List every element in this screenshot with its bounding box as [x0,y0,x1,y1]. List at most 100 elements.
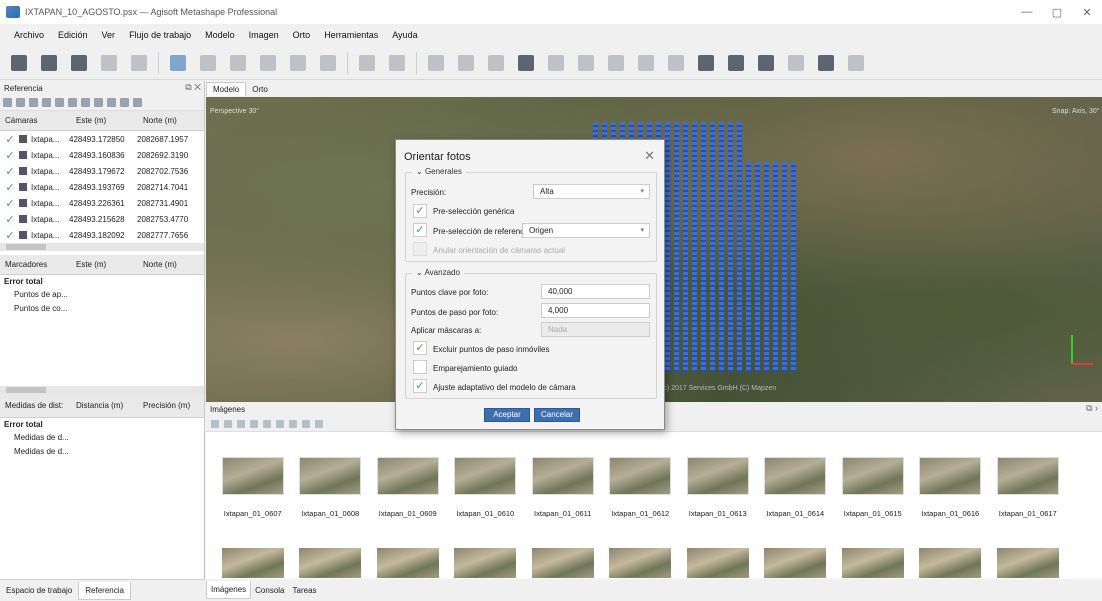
open-folder-icon[interactable] [41,54,57,71]
flag-icon[interactable] [788,54,804,71]
thumbnail-image[interactable] [531,548,594,578]
col-marcadores[interactable]: Marcadores [0,260,71,269]
reset-alignment-checkbox[interactable] [413,242,427,256]
table-row[interactable]: ✓ Ixtapa... 428493.215628 2082753.4770 [0,211,204,227]
col-este[interactable]: Este (m) [71,116,138,125]
cancel-button[interactable]: Cancelar [534,408,580,422]
float-close-icon[interactable]: ⧉ › [1086,403,1098,414]
thumbnail-image[interactable] [299,548,362,578]
menu-imagen[interactable]: Imagen [249,30,279,40]
view-estimated-icon[interactable] [94,98,103,107]
dialog-close-icon[interactable]: ✕ [644,148,655,164]
col-distancia[interactable]: Distancia (m) [71,401,138,410]
thumbnail-item[interactable]: Ixtapan_01_0615 [834,457,912,518]
disable-icon[interactable] [224,419,232,428]
float-close-icon[interactable]: ⧉ ✕ [185,82,201,93]
checkmark-icon[interactable]: ✓ [3,181,17,194]
minimize-button[interactable]: — [1012,0,1042,24]
list-item[interactable]: Medidas de d... [0,445,204,459]
rotate-right-icon[interactable] [263,419,271,428]
menu-herramientas[interactable]: Herramientas [324,30,378,40]
horizontal-scrollbar[interactable] [0,243,204,251]
move-icon[interactable] [488,54,504,71]
tiled-model-icon[interactable] [638,54,654,71]
checkmark-icon[interactable]: ✓ [3,133,17,146]
thumbnail-item[interactable]: Ixtapan_01_0607 [214,457,292,518]
table-row[interactable]: ✓ Ixtapa... 428493.179672 2082702.7536 [0,163,204,179]
col-norte[interactable]: Norte (m) [138,260,198,269]
tab-modelo[interactable]: Modelo [206,82,247,96]
pencil-icon[interactable] [320,54,336,71]
zoom-in-icon[interactable] [428,54,444,71]
checkmark-icon[interactable]: ✓ [3,149,17,162]
thumbnail-image[interactable] [686,548,749,578]
save-icon[interactable] [71,54,87,71]
thumbnail-image[interactable] [454,548,517,578]
tie-points-input[interactable]: 4,000 [541,303,650,318]
rotate-left-icon[interactable] [250,419,258,428]
dem-icon[interactable] [668,54,684,71]
horizontal-scrollbar[interactable] [0,386,204,394]
filter-icon[interactable] [276,419,284,428]
resize-region-icon[interactable] [260,54,276,71]
draw-polygon-icon[interactable] [230,54,246,71]
point-cloud-icon[interactable] [518,54,534,71]
menu-ver[interactable]: Ver [102,30,116,40]
remove-icon[interactable] [237,419,245,428]
menu-edicion[interactable]: Edición [58,30,88,40]
menu-modelo[interactable]: Modelo [205,30,235,40]
thumbnail-item[interactable]: Ixtapan_01_0610 [447,457,525,518]
optimize-icon[interactable] [42,98,51,107]
thumbnail-item[interactable]: Ixtapan_01_0612 [602,457,680,518]
thumbnail-item[interactable]: Ixtapan_01_0611 [524,457,602,518]
menu-ayuda[interactable]: Ayuda [392,30,417,40]
settings-icon[interactable] [120,98,129,107]
reference-preselection-select[interactable]: Origen ▾ [522,223,650,238]
import-icon[interactable] [3,98,12,107]
table-row[interactable]: ✓ Ixtapa... 428493.182092 2082777.7656 [0,227,204,243]
delete-icon[interactable] [359,54,375,71]
thumbnail-image[interactable] [919,548,982,578]
guided-matching-checkbox[interactable] [413,360,427,374]
enable-icon[interactable] [211,419,219,428]
list-item[interactable]: Puntos de co... [0,302,204,316]
thumbnail-item[interactable]: Ixtapan_01_0617 [989,457,1067,518]
thumbnail-item[interactable]: Ixtapan_01_0616 [912,457,990,518]
list-item[interactable]: Puntos de ap... [0,288,204,302]
checkmark-icon[interactable]: ✓ [3,197,17,210]
ruler-icon[interactable] [290,54,306,71]
thumbnail-image[interactable] [841,548,904,578]
generic-preselection-checkbox[interactable]: ✓ [413,204,427,218]
menu-orto[interactable]: Orto [293,30,311,40]
shaded-model-icon[interactable] [608,54,624,71]
col-este[interactable]: Este (m) [71,260,138,269]
reference-preselection-checkbox[interactable]: ✓ [413,223,427,237]
maximize-button[interactable]: ▢ [1042,0,1072,24]
thumbnail-item[interactable]: Ixtapan_01_0614 [757,457,835,518]
key-points-input[interactable]: 40,000 [541,284,650,299]
menu-archivo[interactable]: Archivo [14,30,44,40]
thumbnail-item[interactable]: Ixtapan_01_0613 [679,457,757,518]
view-source-icon[interactable] [81,98,90,107]
navigation-cursor-icon[interactable] [170,54,186,71]
close-button[interactable]: ✕ [1072,0,1102,24]
tab-espacio-de-trabajo[interactable]: Espacio de trabajo [0,582,78,599]
redo-icon[interactable] [131,54,147,71]
col-medidas[interactable]: Medidas de dist: [0,401,71,410]
export-icon[interactable] [16,98,25,107]
exclude-stationary-checkbox[interactable]: ✓ [413,341,427,355]
tools-icon[interactable] [133,98,142,107]
checkmark-icon[interactable]: ✓ [3,229,17,242]
adaptive-fitting-checkbox[interactable]: ✓ [413,379,427,393]
grid-view-icon[interactable] [315,419,323,428]
convert-icon[interactable] [29,98,38,107]
tab-imagenes[interactable]: Imágenes [206,581,252,599]
accept-button[interactable]: Aceptar [484,408,530,422]
target-icon[interactable] [68,98,77,107]
thumbnail-image[interactable] [376,548,439,578]
show-cameras-icon[interactable] [758,54,774,71]
thumbnail-image[interactable] [221,548,284,578]
table-row[interactable]: ✓ Ixtapa... 428493.172850 2082687.1957 [0,131,204,147]
col-camaras[interactable]: Cámaras [0,116,71,125]
globe-icon[interactable] [698,54,714,71]
